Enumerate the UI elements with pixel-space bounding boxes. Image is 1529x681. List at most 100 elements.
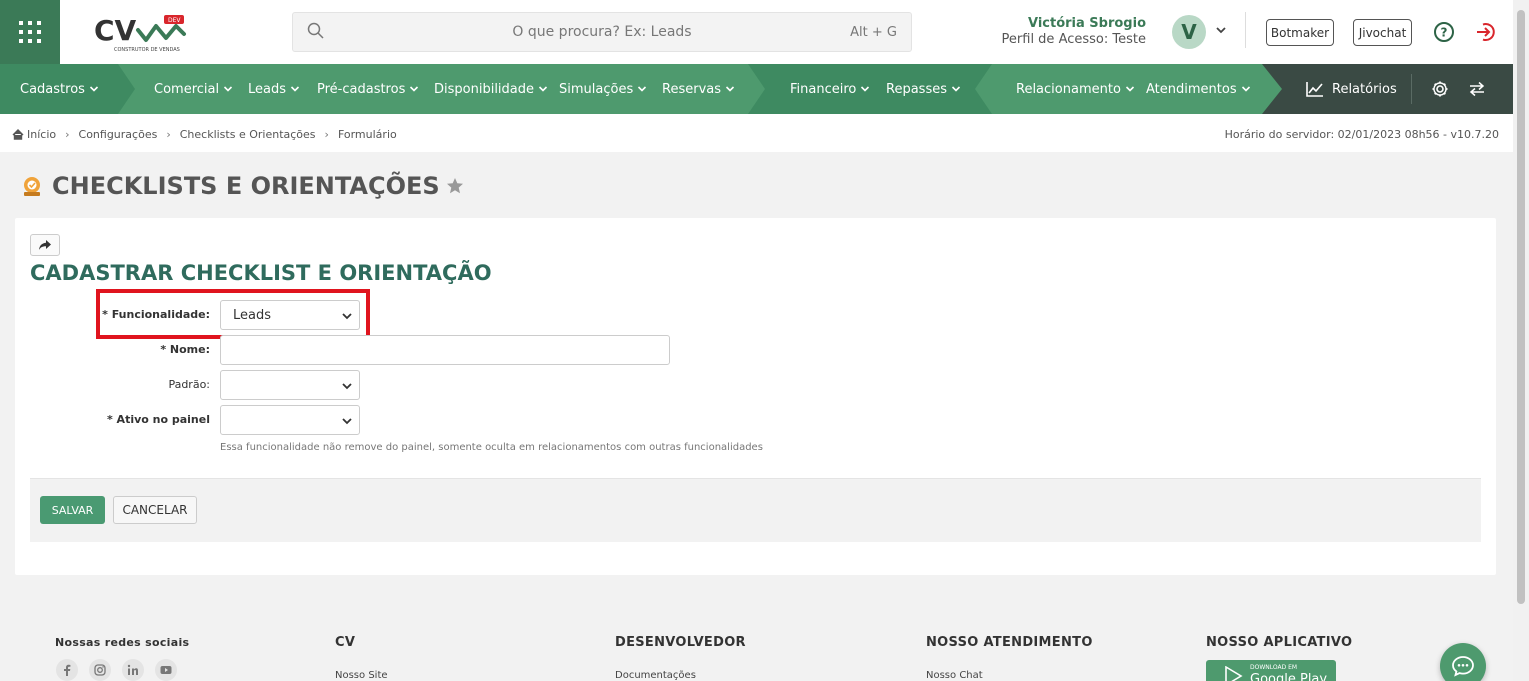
chat-bubble-button[interactable] <box>1440 643 1486 681</box>
form-title: CADASTRAR CHECKLIST E ORIENTAÇÃO <box>30 261 492 285</box>
breadcrumb-configuracoes[interactable]: Configurações <box>79 128 158 141</box>
chevron-down-icon[interactable] <box>1215 24 1227 36</box>
nav-label: Repasses <box>886 81 947 97</box>
page-title-row: CHECKLISTS E ORIENTAÇÕES <box>20 172 464 200</box>
nav-repasses[interactable]: Repasses <box>886 64 961 114</box>
jivochat-button[interactable]: Jivochat <box>1353 19 1412 46</box>
nav-financeiro[interactable]: Financeiro <box>790 64 870 114</box>
logo-tagline: CONSTRUTOR DE VENDAS <box>114 47 180 53</box>
footer-support-heading: NOSSO ATENDIMENTO <box>926 635 1093 650</box>
nav-label: Pré-cadastros <box>317 81 406 97</box>
breadcrumb-checklists[interactable]: Checklists e Orientações <box>180 128 316 141</box>
nav-cadastros[interactable]: Cadastros <box>20 64 99 114</box>
chevron-down-icon <box>1125 84 1135 94</box>
badge-big-text: Google Play <box>1250 672 1328 681</box>
logo-badge: DEV <box>168 17 181 24</box>
nav-label: Relacionamento <box>1016 81 1121 97</box>
user-profile: Perfil de Acesso: Teste <box>1001 32 1146 47</box>
linkedin-icon[interactable] <box>122 659 144 681</box>
chart-line-icon <box>1306 82 1323 97</box>
chevron-down-icon <box>725 84 735 94</box>
logout-icon[interactable] <box>1475 21 1497 43</box>
star-icon[interactable] <box>446 177 464 195</box>
cancel-button[interactable]: CANCELAR <box>113 496 197 524</box>
header-divider <box>1245 12 1246 48</box>
breadcrumb-formulario: Formulário <box>337 128 397 141</box>
scrollbar-thumb[interactable] <box>1517 10 1525 604</box>
save-button[interactable]: SALVAR <box>40 496 105 524</box>
share-arrow-icon <box>39 240 51 250</box>
footer-social-heading: Nossas redes sociais <box>55 636 190 649</box>
badge-small-text: DOWNLOAD EM <box>1250 664 1298 671</box>
botmaker-button[interactable]: Botmaker <box>1266 19 1334 46</box>
nav-pre-cadastros[interactable]: Pré-cadastros <box>317 64 419 114</box>
swap-arrows-icon[interactable] <box>1468 80 1486 98</box>
grid-icon <box>19 21 41 43</box>
chevron-down-icon <box>409 84 419 94</box>
footer-cv-heading: CV <box>335 635 356 650</box>
nav-disponibilidade[interactable]: Disponibilidade <box>434 64 548 114</box>
chevron-right-icon: › <box>65 128 70 141</box>
footer-app-heading: NOSSO APLICATIVO <box>1206 635 1353 650</box>
chevron-down-icon <box>223 84 233 94</box>
breadcrumb: Início › Configurações › Checklists e Or… <box>12 128 397 141</box>
chevron-down-icon <box>290 84 300 94</box>
instagram-icon[interactable] <box>89 659 111 681</box>
chevron-down-icon <box>342 418 352 425</box>
logo-text: CV <box>94 14 137 47</box>
page-title: CHECKLISTS E ORIENTAÇÕES <box>52 172 440 200</box>
nav-label: Comercial <box>154 81 220 97</box>
cv-logo[interactable]: CV DEV CONSTRUTOR DE VENDAS <box>92 12 192 54</box>
ativo-select[interactable] <box>220 405 360 435</box>
help-icon[interactable]: ? <box>1433 21 1455 43</box>
search-placeholder: O que procura? Ex: Leads <box>512 24 692 40</box>
nav-relacionamento[interactable]: Relacionamento <box>1016 64 1135 114</box>
global-search[interactable]: O que procura? Ex: Leads Alt + G <box>292 12 912 52</box>
form-card: CADASTRAR CHECKLIST E ORIENTAÇÃO * Funci… <box>15 218 1496 575</box>
nav-label: Financeiro <box>790 81 857 97</box>
chevron-right-icon: › <box>324 128 329 141</box>
nav-comercial[interactable]: Comercial <box>154 64 233 114</box>
facebook-icon[interactable] <box>56 659 78 681</box>
footer-link-site[interactable]: Nosso Site <box>335 670 388 681</box>
page-scrollbar[interactable] <box>1513 0 1529 681</box>
server-time: Horário do servidor: 02/01/2023 08h56 - … <box>1224 128 1499 141</box>
youtube-icon[interactable] <box>155 659 177 681</box>
chevron-down-icon <box>860 84 870 94</box>
apps-grid-button[interactable] <box>0 0 60 64</box>
gear-icon[interactable] <box>1431 80 1449 98</box>
nav-atendimentos[interactable]: Atendimentos <box>1146 64 1251 114</box>
footer-link-chat[interactable]: Nosso Chat <box>926 670 983 681</box>
ativo-hint: Essa funcionalidade não remove do painel… <box>220 442 763 453</box>
share-button[interactable] <box>30 234 60 256</box>
padrao-select[interactable] <box>220 370 360 400</box>
nome-label: * Nome: <box>160 343 210 356</box>
nav-label: Atendimentos <box>1146 81 1237 97</box>
nav-divider <box>1411 74 1412 104</box>
checklist-icon <box>24 177 40 196</box>
chat-icon <box>1452 656 1474 677</box>
footer-dev-heading: DESENVOLVEDOR <box>615 635 746 650</box>
nav-label: Simulações <box>559 81 634 97</box>
user-name[interactable]: Victória Sbrogio <box>1028 16 1146 31</box>
play-store-icon <box>1225 666 1243 681</box>
chevron-right-icon: › <box>166 128 171 141</box>
nav-label: Relatórios <box>1332 81 1397 97</box>
footer-link-docs[interactable]: Documentações <box>615 670 696 681</box>
google-play-badge[interactable]: DOWNLOAD EM Google Play <box>1206 660 1336 681</box>
breadcrumb-bar: Início › Configurações › Checklists e Or… <box>0 114 1513 152</box>
nome-input[interactable] <box>220 335 670 365</box>
breadcrumb-home[interactable]: Início <box>27 128 56 141</box>
nav-relatorios[interactable]: Relatórios <box>1306 64 1397 114</box>
ativo-label: * Ativo no painel <box>106 413 210 426</box>
chevron-down-icon <box>342 383 352 390</box>
avatar[interactable]: V <box>1172 15 1206 49</box>
nav-simulacoes[interactable]: Simulações <box>559 64 647 114</box>
nav-leads[interactable]: Leads <box>248 64 300 114</box>
nav-reservas[interactable]: Reservas <box>662 64 735 114</box>
chevron-down-icon <box>538 84 548 94</box>
nav-label: Reservas <box>662 81 721 97</box>
nav-label: Disponibilidade <box>434 81 535 97</box>
search-shortcut: Alt + G <box>850 25 897 40</box>
chevron-down-icon <box>89 84 99 94</box>
